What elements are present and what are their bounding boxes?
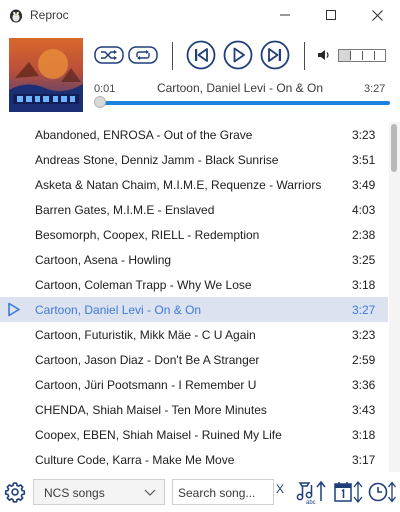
track-row[interactable]: Cartoon, Asena - Howling 3:25 (0, 247, 388, 272)
settings-button[interactable] (4, 481, 26, 503)
track-duration: 3:18 (352, 428, 376, 442)
volume-slider[interactable] (338, 49, 386, 62)
track-duration: 3:25 (352, 253, 376, 267)
chevron-down-icon (144, 489, 156, 496)
maximize-button[interactable] (308, 0, 354, 30)
playlist-selector[interactable]: NCS songs (33, 479, 165, 505)
shuffle-icon (94, 46, 124, 64)
play-button[interactable] (223, 40, 253, 70)
track-row[interactable]: CHENDA, Shiah Maisel - Ten More Minutes 3… (0, 397, 388, 422)
seek-bar[interactable] (94, 96, 390, 108)
sort-duration-icon (368, 481, 397, 503)
volume-tick (374, 51, 375, 60)
track-row[interactable]: Abandoned, ENROSA - Out of the Grave 3:23 (0, 122, 388, 147)
track-row[interactable]: Barren Gates, M.I.M.E - Enslaved 4:03 (0, 197, 388, 222)
track-title: Barren Gates, M.I.M.E - Enslaved (35, 203, 215, 217)
minimize-button[interactable] (262, 0, 308, 30)
track-title: Cartoon, Coleman Trapp - Why We Lose (35, 278, 252, 292)
search-field[interactable] (172, 479, 274, 505)
volume-fill (339, 50, 351, 61)
volume-divider (304, 42, 305, 70)
scrollbar-thumb[interactable] (391, 124, 397, 172)
skip-next-icon (260, 40, 290, 70)
track-row[interactable]: Besomorph, Coopex, RIELL - Redemption 2:3… (0, 222, 388, 247)
track-title: Asketa & Natan Chaim, M.I.M.E, Requenze … (35, 178, 322, 192)
svg-text:abc: abc (306, 500, 316, 505)
shuffle-button[interactable] (94, 46, 124, 64)
now-playing-title: Cartoon, Daniel Levi - On & On (156, 81, 324, 95)
volume-tick (350, 51, 351, 60)
skip-previous-icon (186, 40, 216, 70)
clear-search-button[interactable]: X (276, 482, 288, 500)
track-row[interactable]: Culture Code, Karra - Make Me Move 3:17 (0, 447, 388, 472)
window-title: Reproc (30, 8, 69, 22)
track-duration: 3:43 (352, 403, 376, 417)
track-row[interactable]: Coopex, EBEN, Shiah Maisel - Ruined My L… (0, 422, 388, 447)
track-title: Cartoon, Jüri Pootsmann - I Remember U (35, 378, 257, 392)
repeat-button[interactable] (128, 46, 158, 64)
track-row[interactable]: Cartoon, Coleman Trapp - Why We Lose 3:18 (0, 272, 388, 297)
track-row[interactable]: Cartoon, Jüri Pootsmann - I Remember U 3:… (0, 372, 388, 397)
track-row[interactable]: Asketa & Natan Chaim, M.I.M.E, Requenze … (0, 172, 388, 197)
track-title: Cartoon, Jason Diaz - Don't Be A Strange… (35, 353, 260, 367)
track-title: Andreas Stone, Denniz Jamm - Black Sunri… (35, 153, 279, 167)
track-title: CHENDA, Shiah Maisel - Ten More Minutes (35, 403, 267, 417)
track-duration: 2:59 (352, 353, 376, 367)
sort-date-button[interactable] (333, 479, 365, 505)
playlist-selected-value: NCS songs (44, 486, 105, 500)
now-playing-icon (8, 302, 20, 317)
track-title: Besomorph, Coopex, RIELL - Redemption (35, 228, 260, 242)
search-input[interactable] (178, 485, 270, 501)
sort-alphabetical-button[interactable]: abc (296, 479, 328, 506)
sort-alphabetical-icon: abc (296, 480, 326, 506)
title-bar: Reproc (0, 0, 400, 30)
sort-date-icon (334, 480, 363, 504)
track-list: Abandoned, ENROSA - Out of the Grave 3:23… (0, 122, 388, 472)
track-title: Culture Code, Karra - Make Me Move (35, 453, 235, 467)
track-row[interactable]: Cartoon, Daniel Levi - On & On 3:27 (0, 297, 388, 322)
track-row[interactable]: Cartoon, Jason Diaz - Don't Be A Strange… (0, 347, 388, 372)
current-time: 0:01 (94, 83, 116, 95)
track-duration: 3:17 (352, 453, 376, 467)
next-button[interactable] (260, 40, 290, 70)
seek-thumb[interactable] (94, 96, 106, 108)
track-title: Cartoon, Daniel Levi - On & On (35, 303, 202, 317)
track-duration: 3:23 (352, 128, 376, 142)
album-cover (9, 38, 83, 112)
track-duration: 3:49 (352, 178, 376, 192)
track-title: Coopex, EBEN, Shiah Maisel - Ruined My L… (35, 428, 282, 442)
minimize-icon (280, 14, 290, 16)
track-row[interactable]: Andreas Stone, Denniz Jamm - Black Sunri… (0, 147, 388, 172)
track-duration: 3:18 (352, 278, 376, 292)
track-duration: 3:23 (352, 328, 376, 342)
track-duration: 2:38 (352, 228, 376, 242)
play-icon (223, 40, 253, 70)
total-time: 3:27 (364, 83, 386, 95)
controls-divider (172, 42, 173, 70)
previous-button[interactable] (186, 40, 216, 70)
playlist-scrollbar[interactable] (389, 122, 400, 472)
track-row[interactable]: Cartoon, Futuristik, Mikk Mäe - C U Agai… (0, 322, 388, 347)
track-title: Abandoned, ENROSA - Out of the Grave (35, 128, 253, 142)
repeat-icon (128, 46, 158, 64)
gear-icon (4, 482, 26, 503)
track-duration: 4:03 (352, 203, 376, 217)
speaker-icon (318, 50, 329, 60)
penguin-icon (10, 9, 22, 23)
close-button[interactable] (354, 0, 400, 30)
track-duration: 3:27 (352, 303, 376, 317)
track-duration: 3:36 (352, 378, 376, 392)
track-title: Cartoon, Asena - Howling (35, 253, 172, 267)
close-icon (371, 9, 383, 21)
maximize-icon (326, 10, 336, 20)
sort-duration-button[interactable] (368, 479, 398, 505)
track-duration: 3:51 (352, 153, 376, 167)
track-title: Cartoon, Futuristik, Mikk Mäe - C U Agai… (35, 328, 256, 342)
mute-button[interactable] (316, 47, 332, 63)
volume-tick (362, 51, 363, 60)
